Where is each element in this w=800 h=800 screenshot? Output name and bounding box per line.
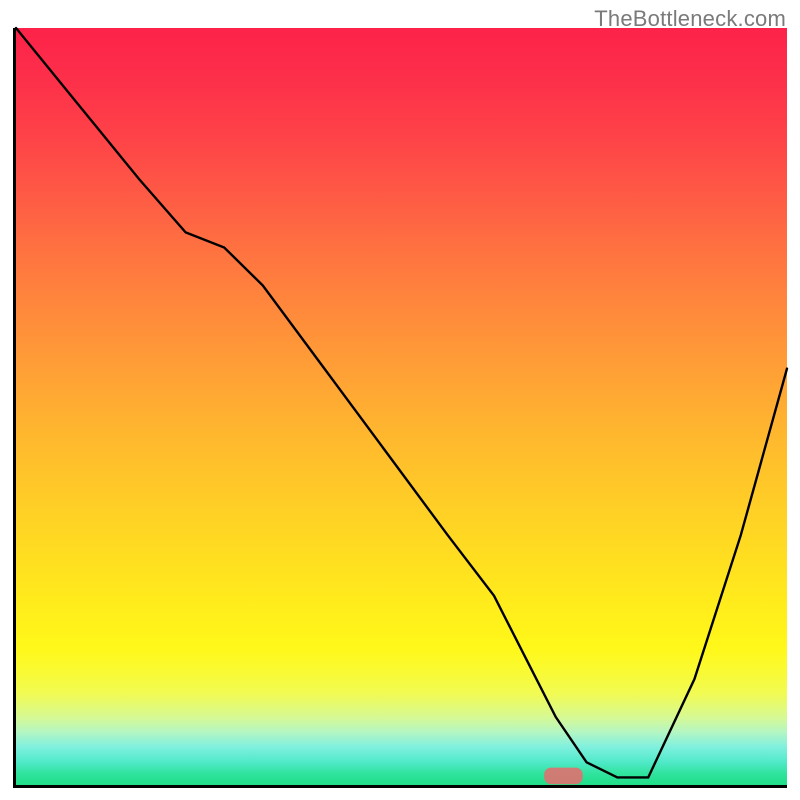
curve-layer: [16, 28, 787, 785]
optimal-point-marker: [544, 768, 583, 785]
bottleneck-curve: [16, 28, 787, 777]
plot-frame: [13, 28, 787, 788]
chart-canvas: TheBottleneck.com: [0, 0, 800, 800]
